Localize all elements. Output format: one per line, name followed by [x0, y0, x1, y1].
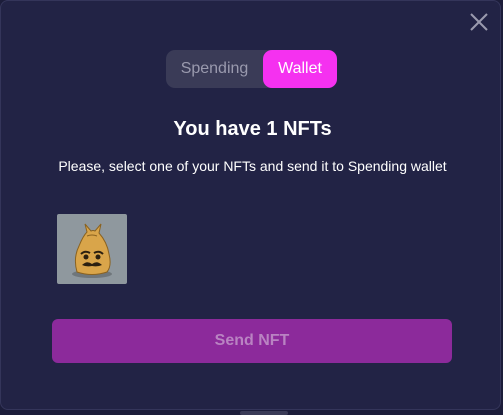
nft-image — [72, 223, 112, 278]
send-nft-button[interactable]: Send NFT — [52, 319, 452, 363]
modal-subtitle: Please, select one of your NFTs and send… — [58, 158, 447, 174]
nft-item[interactable] — [57, 214, 127, 284]
tab-wallet[interactable]: Wallet — [263, 50, 337, 88]
scroll-indicator — [240, 411, 288, 415]
wallet-toggle: Spending Wallet — [166, 50, 337, 88]
send-nft-modal: Spending Wallet You have 1 NFTs Please, … — [0, 0, 501, 410]
close-icon[interactable] — [469, 12, 489, 32]
tab-spending[interactable]: Spending — [166, 50, 263, 88]
modal-title: You have 1 NFTs — [173, 118, 332, 140]
